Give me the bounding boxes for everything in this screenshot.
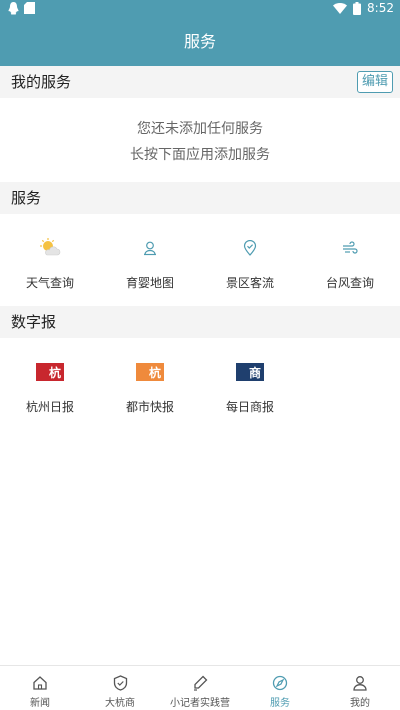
map-pin-icon [144, 241, 156, 256]
compass-icon [272, 675, 288, 691]
services-grid: 天气查询 育婴地图 景区客流 台风查询 [0, 234, 400, 291]
shield-icon [113, 675, 127, 691]
my-services-title: 我的服务 [11, 73, 72, 91]
paper-daily-business[interactable]: 商 每日商报 [200, 358, 300, 415]
services-header: 服务 [0, 182, 400, 214]
page-title: 服务 [0, 18, 400, 66]
user-icon [353, 676, 367, 691]
tab-news[interactable]: 新闻 [0, 666, 80, 710]
paper-hangzhou-daily[interactable]: 杭 杭州日报 [0, 358, 100, 415]
hangzhou-daily-icon: 杭 [36, 363, 64, 381]
tab-services[interactable]: 服务 [240, 666, 320, 710]
edit-button[interactable]: 编辑 [356, 71, 393, 93]
pen-icon [194, 675, 208, 691]
notification-icons [8, 2, 35, 15]
empty-message-line1: 您还未添加任何服务 [137, 121, 263, 137]
digital-papers-grid: 杭 杭州日报 杭 都市快报 商 每日商报 [0, 358, 400, 415]
service-label: 天气查询 [25, 276, 74, 290]
tab-label: 服务 [270, 698, 290, 709]
tab-label: 大杭商 [105, 698, 135, 709]
home-icon [33, 676, 47, 690]
service-scenic-flow[interactable]: 景区客流 [200, 234, 300, 291]
my-services-header: 我的服务 编辑 [0, 66, 400, 98]
tab-da-hangshang[interactable]: 大杭商 [80, 666, 160, 710]
daily-business-icon: 商 [236, 363, 264, 381]
weather-icon [40, 238, 61, 256]
digital-papers-title: 数字报 [11, 313, 57, 331]
service-label: 景区客流 [225, 276, 274, 290]
location-check-icon [243, 240, 257, 256]
tab-young-reporter[interactable]: 小记者实践营 [160, 666, 240, 710]
paper-label: 都市快报 [125, 400, 174, 414]
metro-express-icon: 杭 [136, 363, 164, 381]
paper-label: 每日商报 [225, 400, 274, 414]
paper-label: 杭州日报 [25, 400, 74, 414]
status-time: 8:52 [367, 1, 394, 15]
service-typhoon[interactable]: 台风查询 [300, 234, 400, 291]
battery-icon [353, 1, 362, 15]
services-title: 服务 [11, 189, 42, 207]
tab-label: 新闻 [30, 698, 50, 709]
paper-metro-express[interactable]: 杭 都市快报 [100, 358, 200, 415]
my-services-empty: 您还未添加任何服务 长按下面应用添加服务 [0, 98, 400, 182]
wifi-icon [333, 2, 348, 14]
service-baby-map[interactable]: 育婴地图 [100, 234, 200, 291]
sd-card-icon [24, 2, 35, 14]
bottom-tab-bar: 新闻 大杭商 小记者实践营 服务 我的 [0, 665, 400, 710]
digital-papers-header: 数字报 [0, 306, 400, 338]
status-right: 8:52 [333, 1, 394, 15]
service-label: 台风查询 [325, 276, 374, 290]
tab-mine[interactable]: 我的 [320, 666, 400, 710]
qq-notification-icon [8, 2, 19, 15]
tab-label: 小记者实践营 [170, 698, 230, 709]
empty-message-line2: 长按下面应用添加服务 [130, 147, 270, 163]
service-label: 育婴地图 [125, 276, 174, 290]
status-bar: 8:52 [0, 0, 400, 18]
wind-icon [343, 241, 358, 254]
tab-label: 我的 [350, 698, 370, 709]
service-weather[interactable]: 天气查询 [0, 234, 100, 291]
